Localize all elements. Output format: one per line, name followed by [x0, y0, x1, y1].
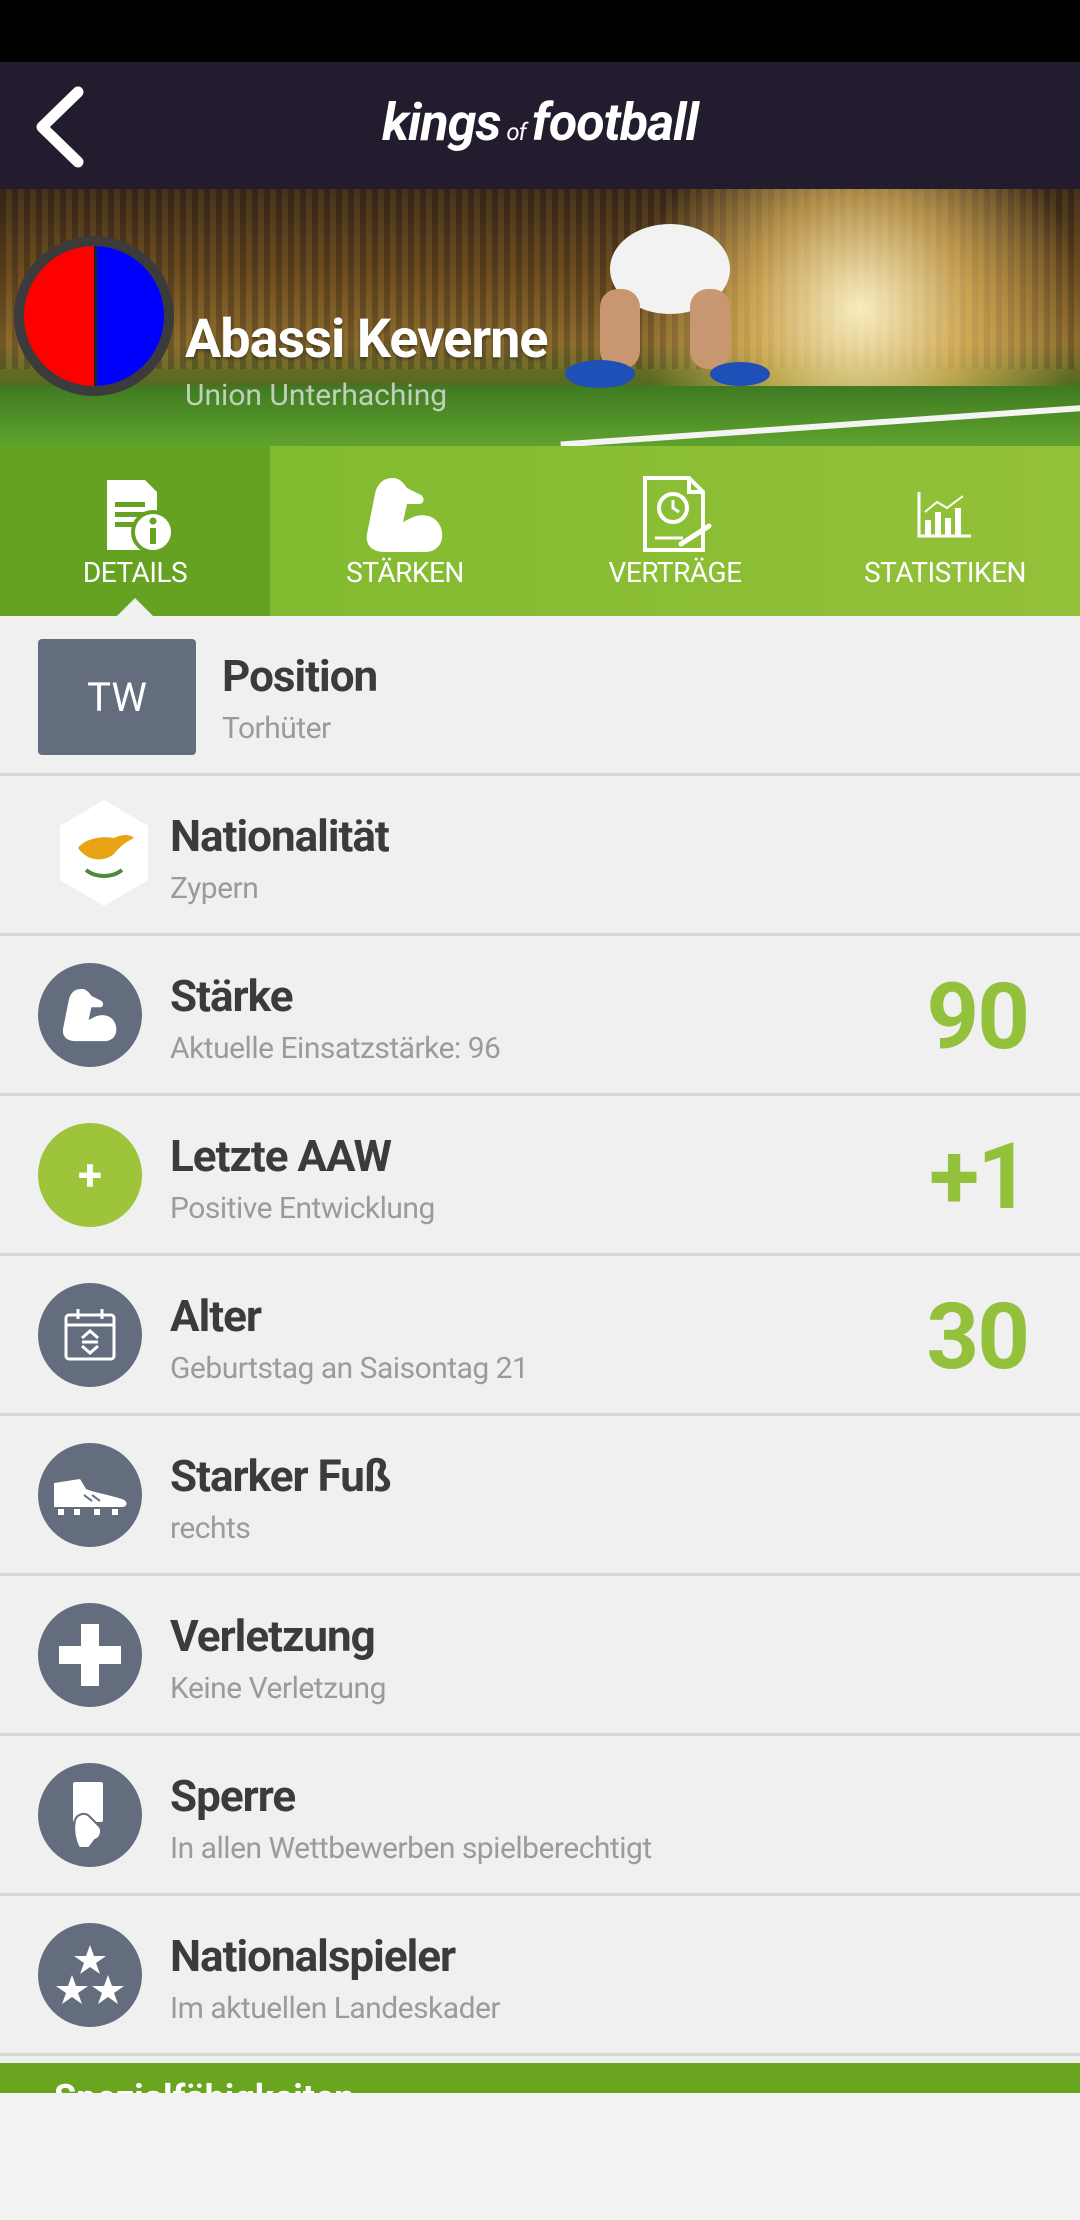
row-title: Letzte AAW — [170, 1130, 392, 1182]
age-value: 30 — [926, 1284, 1030, 1391]
tab-details[interactable]: DETAILS — [0, 446, 270, 616]
flexed-arm-icon — [366, 478, 443, 552]
row-subtitle: Geburtstag an Saisontag 21 — [170, 1351, 529, 1386]
referee-card-icon — [38, 1763, 142, 1867]
row-title: Sperre — [170, 1770, 296, 1822]
club-crest — [14, 236, 174, 396]
row-title: Verletzung — [170, 1610, 376, 1662]
row-subtitle: Torhüter — [222, 711, 331, 746]
plus-badge-icon: + — [38, 1123, 142, 1227]
row-title: Position — [222, 650, 378, 702]
player-tabs: DETAILS STÄRKEN VERTRÄGE STATISTIKEN — [0, 446, 1080, 616]
row-subtitle: Keine Verletzung — [170, 1671, 386, 1706]
position-badge: TW — [38, 639, 196, 755]
row-strong-foot[interactable]: Starker Fuß rechts — [0, 1416, 1080, 1576]
row-title: Starker Fuß — [170, 1450, 392, 1502]
aaw-value: +1 — [929, 1124, 1030, 1231]
row-nationality[interactable]: Nationalität Zypern — [0, 776, 1080, 936]
player-photo — [565, 224, 770, 388]
player-club: Union Unterhaching — [185, 378, 448, 413]
row-subtitle: Positive Entwicklung — [170, 1191, 435, 1226]
row-subtitle: In allen Wettbewerben spielberechtigt — [170, 1831, 652, 1866]
tab-statistiken[interactable]: STATISTIKEN — [810, 446, 1080, 616]
stars-icon — [38, 1923, 142, 2027]
row-age[interactable]: Alter Geburtstag an Saisontag 21 30 — [0, 1256, 1080, 1416]
row-subtitle: Im aktuellen Landeskader — [170, 1991, 501, 2026]
row-suspension[interactable]: Sperre In allen Wettbewerben spielberech… — [0, 1736, 1080, 1896]
row-title: Alter — [170, 1290, 262, 1342]
player-details-list: TW Position Torhüter Nationalität Zypern… — [0, 616, 1080, 2056]
row-title: Stärke — [170, 970, 293, 1022]
row-position[interactable]: TW Position Torhüter — [0, 616, 1080, 776]
calendar-icon — [38, 1283, 142, 1387]
row-national-player[interactable]: Nationalspieler Im aktuellen Landeskader — [0, 1896, 1080, 2056]
contract-clock-icon — [643, 476, 712, 552]
player-name: Abassi Keverne — [185, 308, 549, 371]
row-last-aaw[interactable]: + Letzte AAW Positive Entwicklung +1 — [0, 1096, 1080, 1256]
section-header-label: Spezialfähigkeiten — [54, 2077, 355, 2093]
row-subtitle: Aktuelle Einsatzstärke: 96 — [170, 1031, 501, 1066]
tab-vertraege[interactable]: VERTRÄGE — [540, 446, 810, 616]
tab-staerken[interactable]: STÄRKEN — [270, 446, 540, 616]
row-subtitle: Zypern — [170, 871, 259, 906]
bar-chart-icon — [917, 492, 971, 538]
row-title: Nationalspieler — [170, 1930, 456, 1982]
cyprus-flag-icon — [60, 800, 148, 906]
footer-area — [0, 2093, 1080, 2220]
football-boot-icon — [38, 1443, 142, 1547]
section-header-special-skills[interactable]: Spezialfähigkeiten — [0, 2063, 1080, 2093]
row-strength[interactable]: Stärke Aktuelle Einsatzstärke: 96 90 — [0, 936, 1080, 1096]
row-injury[interactable]: Verletzung Keine Verletzung — [0, 1576, 1080, 1736]
flexed-arm-icon — [38, 963, 142, 1067]
row-title: Nationalität — [170, 810, 390, 862]
row-subtitle: rechts — [170, 1511, 251, 1546]
app-logo: kings of football — [382, 92, 699, 153]
document-info-icon — [107, 480, 175, 554]
strength-value: 90 — [926, 964, 1030, 1071]
status-bar — [0, 0, 1080, 62]
medical-cross-icon — [38, 1603, 142, 1707]
top-app-bar: kings of football — [0, 62, 1080, 189]
